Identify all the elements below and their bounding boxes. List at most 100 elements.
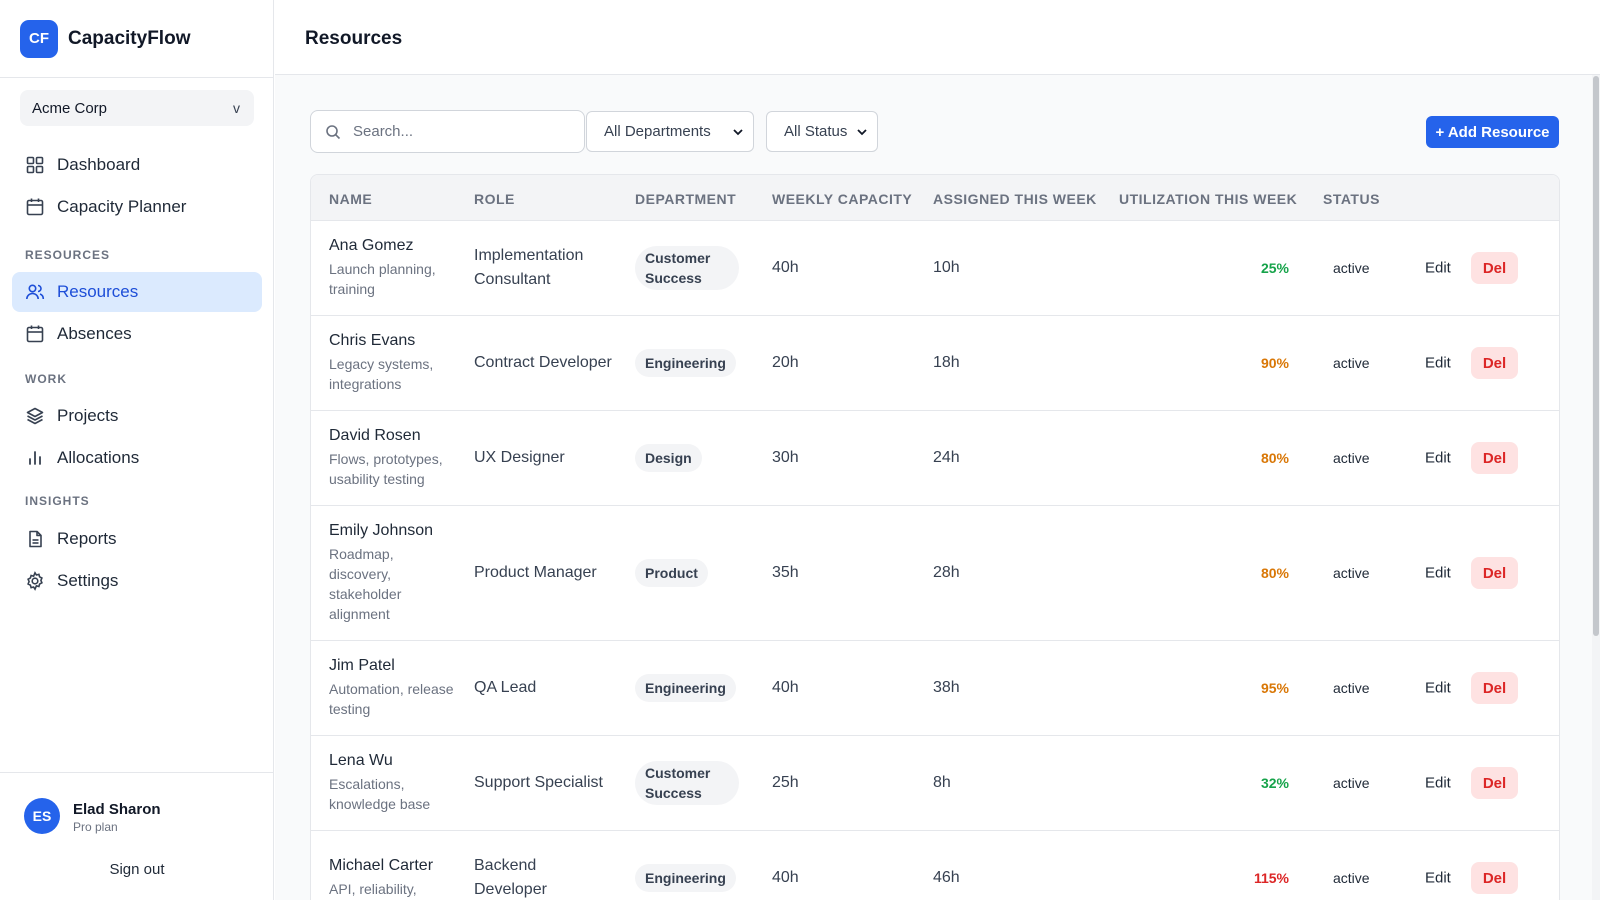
utilization-value: 25%: [1260, 260, 1289, 276]
brand-name: CapacityFlow: [68, 27, 191, 49]
org-name: Acme Corp: [32, 99, 108, 117]
add-resource-button[interactable]: + Add Resource: [1426, 116, 1559, 148]
resource-skills: Flows, prototypes, usability testing: [329, 451, 443, 487]
status-value: active: [1333, 870, 1370, 886]
status-value: active: [1333, 565, 1370, 581]
table-row[interactable]: Michael Carter API, reliability, Backend…: [311, 831, 1559, 900]
column-header-name[interactable]: NAME: [329, 191, 372, 207]
resource-name-cell: Lena Wu Escalations, knowledge base: [329, 752, 459, 814]
resources-table: NAME ROLE DEPARTMENT WEEKLY CAPACITY ASS…: [310, 174, 1560, 900]
weekly-capacity: 40h: [772, 259, 799, 276]
table-row[interactable]: Chris Evans Legacy systems, integrations…: [311, 316, 1559, 411]
edit-button[interactable]: Edit: [1425, 565, 1451, 582]
delete-button[interactable]: Del: [1471, 672, 1518, 704]
resource-role: Backend Developer: [474, 857, 547, 898]
resource-skills: Automation, release testing: [329, 681, 454, 717]
resource-name: Jim Patel: [329, 657, 395, 674]
user-panel: ES Elad Sharon Pro plan Sign out: [0, 772, 274, 900]
table-row[interactable]: Jim Patel Automation, release testing QA…: [311, 641, 1559, 736]
department-badge: Customer Success: [635, 246, 739, 290]
assigned-hours: 8h: [933, 774, 951, 791]
sidebar-item-allocations[interactable]: Allocations: [12, 438, 262, 478]
search-icon: [326, 124, 341, 139]
user-plan: Pro plan: [73, 820, 118, 834]
edit-button[interactable]: Edit: [1425, 450, 1451, 467]
scrollbar-thumb[interactable]: [1593, 76, 1599, 636]
brand[interactable]: CF CapacityFlow: [0, 0, 273, 78]
sidebar-item-dashboard[interactable]: Dashboard: [12, 145, 262, 185]
utilization-value: 90%: [1260, 355, 1289, 371]
delete-button[interactable]: Del: [1471, 442, 1518, 474]
chevron-down-icon: [733, 128, 743, 135]
sidebar-item-capacity-planner[interactable]: Capacity Planner: [12, 187, 262, 227]
page-title: Resources: [305, 28, 403, 49]
delete-button[interactable]: Del: [1471, 862, 1518, 894]
department-badge: Design: [635, 444, 702, 472]
status-filter[interactable]: All Status: [766, 111, 878, 152]
users-icon: [26, 284, 45, 300]
org-selector[interactable]: Acme Corp v: [20, 90, 254, 126]
department-filter[interactable]: All Departments: [586, 111, 754, 152]
edit-button[interactable]: Edit: [1425, 680, 1451, 697]
sidebar-item-absences[interactable]: Absences: [12, 314, 262, 354]
calendar-icon: [26, 325, 44, 343]
delete-button[interactable]: Del: [1471, 347, 1518, 379]
resource-name-cell: David Rosen Flows, prototypes, usability…: [329, 427, 459, 489]
assigned-hours: 28h: [933, 564, 960, 581]
search-input[interactable]: [353, 123, 563, 140]
sidebar: CF CapacityFlow Acme Corp v Dashboard Ca…: [0, 0, 274, 900]
resource-role: Product Manager: [474, 564, 597, 581]
calendar-icon: [26, 198, 44, 216]
edit-button[interactable]: Edit: [1425, 775, 1451, 792]
chevron-down-icon: v: [233, 100, 240, 116]
search-box[interactable]: [310, 110, 585, 153]
utilization-value: 80%: [1260, 565, 1289, 581]
resource-name-cell: Chris Evans Legacy systems, integrations: [329, 332, 459, 394]
sidebar-item-projects[interactable]: Projects: [12, 396, 262, 436]
column-header-role[interactable]: ROLE: [474, 191, 515, 207]
nav-section-insights: INSIGHTS: [25, 494, 90, 508]
assigned-hours: 38h: [933, 679, 960, 696]
assigned-hours: 10h: [933, 259, 960, 276]
brand-logo: CF: [20, 19, 58, 58]
column-header-department[interactable]: DEPARTMENT: [635, 191, 736, 207]
sign-out-button[interactable]: Sign out: [0, 861, 274, 878]
sidebar-item-label: Allocations: [57, 448, 140, 467]
layers-icon: [26, 407, 44, 425]
status-value: active: [1333, 775, 1370, 791]
edit-button[interactable]: Edit: [1425, 355, 1451, 372]
sidebar-item-resources[interactable]: Resources: [12, 272, 262, 312]
column-header-assigned[interactable]: ASSIGNED THIS WEEK: [933, 191, 1097, 207]
column-header-status[interactable]: STATUS: [1323, 191, 1380, 207]
resource-name-cell: Ana Gomez Launch planning, training: [329, 237, 459, 299]
edit-button[interactable]: Edit: [1425, 870, 1451, 887]
sidebar-item-settings[interactable]: Settings: [12, 561, 262, 601]
resource-role: Support Specialist: [474, 774, 603, 791]
sidebar-item-reports[interactable]: Reports: [12, 519, 262, 559]
sidebar-item-label: Capacity Planner: [57, 197, 187, 216]
column-header-weekly-capacity[interactable]: WEEKLY CAPACITY: [772, 191, 912, 207]
utilization-value: 80%: [1260, 450, 1289, 466]
utilization-value: 95%: [1260, 680, 1289, 696]
edit-button[interactable]: Edit: [1425, 260, 1451, 277]
avatar[interactable]: ES: [24, 798, 60, 834]
resource-skills: Launch planning, training: [329, 261, 436, 297]
assigned-hours: 46h: [933, 869, 960, 886]
department-badge: Engineering: [635, 674, 736, 702]
department-badge: Engineering: [635, 349, 736, 377]
column-header-utilization[interactable]: UTILIZATION THIS WEEK: [1119, 191, 1297, 207]
sidebar-item-label: Reports: [57, 529, 117, 548]
resource-role: UX Designer: [474, 449, 565, 466]
weekly-capacity: 40h: [772, 869, 799, 886]
delete-button[interactable]: Del: [1471, 767, 1518, 799]
resource-name-cell: Emily Johnson Roadmap, discovery, stakeh…: [329, 522, 459, 624]
chevron-down-icon: [857, 128, 867, 135]
delete-button[interactable]: Del: [1471, 252, 1518, 284]
table-row[interactable]: Emily Johnson Roadmap, discovery, stakeh…: [311, 506, 1559, 641]
table-row[interactable]: Lena Wu Escalations, knowledge base Supp…: [311, 736, 1559, 831]
table-row[interactable]: Ana Gomez Launch planning, training Impl…: [311, 221, 1559, 316]
table-row[interactable]: David Rosen Flows, prototypes, usability…: [311, 411, 1559, 506]
department-badge: Product: [635, 559, 708, 587]
topbar: Resources: [275, 0, 1600, 75]
delete-button[interactable]: Del: [1471, 557, 1518, 589]
